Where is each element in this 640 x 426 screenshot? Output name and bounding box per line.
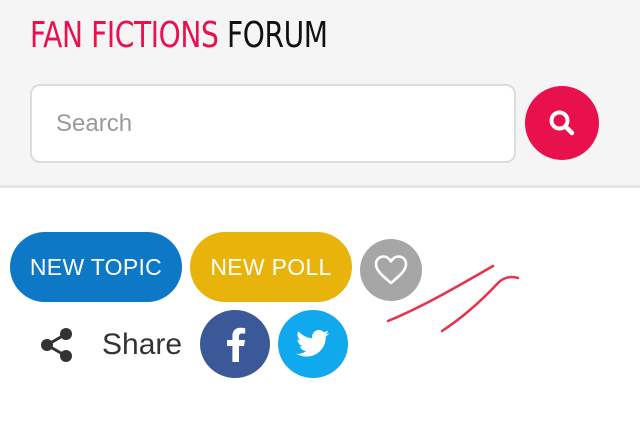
forum-header: FAN FICTIONS FORUM [0, 0, 640, 188]
search-input[interactable] [32, 86, 514, 161]
red-scribble-annotation [386, 264, 520, 333]
twitter-share-button[interactable] [278, 310, 348, 378]
search-button[interactable] [525, 86, 599, 160]
search-field[interactable] [30, 84, 516, 163]
site-logo[interactable]: FAN FICTIONS FORUM [30, 14, 328, 58]
search-icon [549, 110, 575, 136]
share-icon[interactable] [38, 325, 78, 365]
facebook-share-button[interactable] [200, 310, 270, 378]
twitter-icon [296, 330, 330, 357]
new-topic-button[interactable]: NEW TOPIC [10, 232, 182, 302]
logo-text-secondary: FORUM [226, 15, 328, 56]
new-poll-button[interactable]: NEW POLL [190, 232, 352, 302]
logo-text-primary: FAN FICTIONS [30, 15, 219, 56]
share-label: Share [102, 328, 183, 361]
facebook-icon [227, 327, 246, 362]
